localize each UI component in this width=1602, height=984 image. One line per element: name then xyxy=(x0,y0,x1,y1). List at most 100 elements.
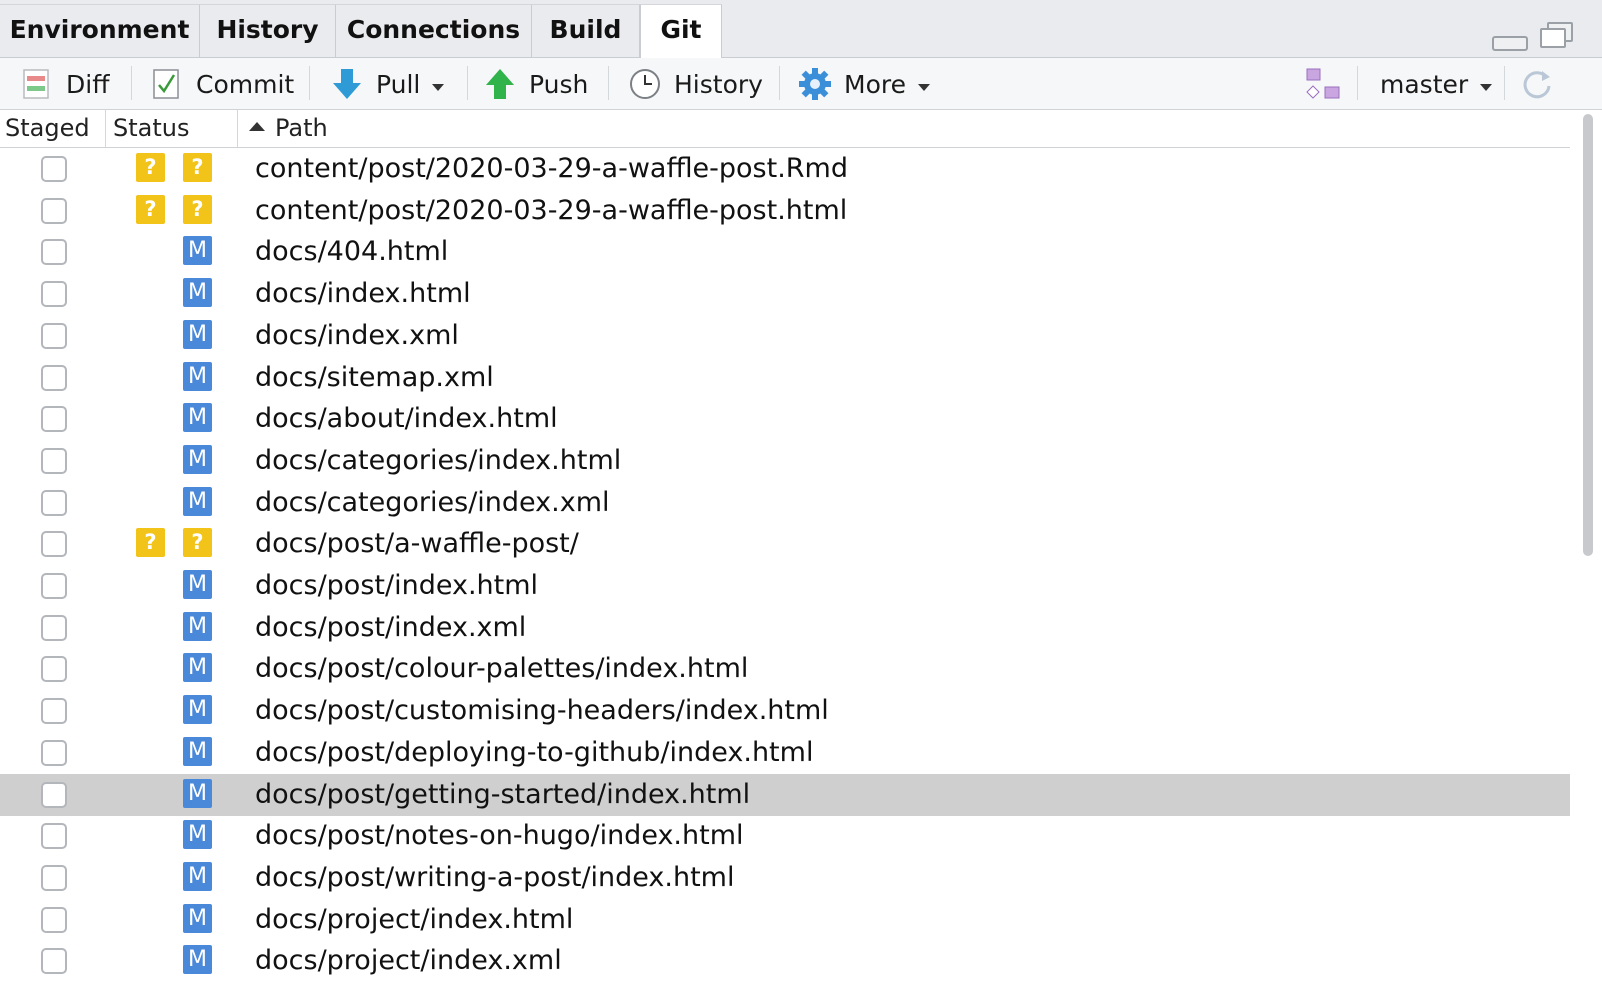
staged-checkbox[interactable] xyxy=(41,615,67,641)
table-row[interactable]: Mdocs/post/writing-a-post/index.html xyxy=(0,857,1570,899)
file-path: docs/post/writing-a-post/index.html xyxy=(255,862,735,893)
staged-checkbox[interactable] xyxy=(41,656,67,682)
vertical-scrollbar[interactable] xyxy=(1577,110,1602,984)
table-row[interactable]: ?? docs/post/a-waffle-post/ xyxy=(0,523,1570,565)
modified-status-badge: M xyxy=(183,820,212,849)
file-path: docs/post/index.xml xyxy=(255,612,527,643)
file-path: docs/index.html xyxy=(255,278,471,309)
table-row[interactable]: Mdocs/post/customising-headers/index.htm… xyxy=(0,690,1570,732)
staged-checkbox[interactable] xyxy=(41,782,67,808)
untracked-status-badge: ? xyxy=(136,195,165,224)
commit-button[interactable]: Commit xyxy=(150,58,294,110)
modified-status-badge: M xyxy=(183,779,212,808)
staged-checkbox[interactable] xyxy=(41,823,67,849)
file-path: docs/categories/index.html xyxy=(255,445,622,476)
table-row[interactable]: Mdocs/post/colour-palettes/index.html xyxy=(0,648,1570,690)
table-row[interactable]: ?? content/post/2020-03-29-a-waffle-post.… xyxy=(0,148,1570,190)
pull-button[interactable]: Pull xyxy=(330,58,445,110)
column-status[interactable]: Status xyxy=(113,110,189,147)
modified-status-badge: M xyxy=(183,862,212,891)
maximize-pane-icon[interactable] xyxy=(1540,22,1573,48)
table-row[interactable]: Mdocs/project/index.html xyxy=(0,899,1570,941)
staged-checkbox[interactable] xyxy=(41,698,67,724)
diff-button[interactable]: Diff xyxy=(20,58,109,110)
table-row[interactable]: Mdocs/post/index.xml xyxy=(0,607,1570,649)
staged-checkbox[interactable] xyxy=(41,448,67,474)
modified-status-badge: M xyxy=(183,236,212,265)
more-label: More xyxy=(844,69,906,99)
staged-checkbox[interactable] xyxy=(41,239,67,265)
commit-label: Commit xyxy=(196,69,295,99)
file-path: docs/post/notes-on-hugo/index.html xyxy=(255,820,744,851)
file-path: docs/post/a-waffle-post/ xyxy=(255,528,579,559)
staged-checkbox[interactable] xyxy=(41,281,67,307)
table-row[interactable]: Mdocs/categories/index.html xyxy=(0,440,1570,482)
staged-checkbox[interactable] xyxy=(41,365,67,391)
chevron-down-icon[interactable] xyxy=(917,83,930,91)
modified-status-badge: M xyxy=(183,487,212,516)
clock-icon xyxy=(628,67,662,101)
file-path: docs/project/index.html xyxy=(255,904,574,935)
branch-select[interactable]: master xyxy=(1380,58,1493,110)
table-row[interactable]: Mdocs/sitemap.xml xyxy=(0,357,1570,399)
minimize-pane-icon[interactable] xyxy=(1492,36,1528,51)
file-path: docs/post/customising-headers/index.html xyxy=(255,695,829,726)
table-row[interactable]: Mdocs/post/notes-on-hugo/index.html xyxy=(0,815,1570,857)
staged-checkbox[interactable] xyxy=(41,573,67,599)
pane-tab-bar: Environment History Connections Build Gi… xyxy=(0,0,1602,59)
staged-checkbox[interactable] xyxy=(41,948,67,974)
column-path-label: Path xyxy=(275,114,328,142)
pane-window-controls xyxy=(1492,20,1582,52)
staged-checkbox[interactable] xyxy=(41,323,67,349)
column-path[interactable]: Path xyxy=(249,110,328,147)
untracked-status-badge: ? xyxy=(183,528,212,557)
git-toolbar: Diff Commit Pull Push History More maste… xyxy=(0,58,1602,110)
tab-history[interactable]: History xyxy=(200,4,336,58)
modified-status-badge: M xyxy=(183,570,212,599)
new-branch-button[interactable] xyxy=(1305,58,1340,110)
table-row[interactable]: Mdocs/index.html xyxy=(0,273,1570,315)
staged-checkbox[interactable] xyxy=(41,156,67,182)
table-row[interactable]: ?? content/post/2020-03-29-a-waffle-post.… xyxy=(0,190,1570,232)
tab-environment[interactable]: Environment xyxy=(0,4,200,58)
modified-status-badge: M xyxy=(183,278,212,307)
file-path: docs/categories/index.xml xyxy=(255,487,610,518)
refresh-button[interactable] xyxy=(1520,58,1554,110)
table-row[interactable]: Mdocs/categories/index.xml xyxy=(0,482,1570,524)
untracked-status-badge: ? xyxy=(136,528,165,557)
staged-checkbox[interactable] xyxy=(41,198,67,224)
table-row[interactable]: Mdocs/index.xml xyxy=(0,315,1570,357)
history-button[interactable]: History xyxy=(628,58,763,110)
more-button[interactable]: More xyxy=(798,58,930,110)
file-path: docs/index.xml xyxy=(255,320,459,351)
staged-checkbox[interactable] xyxy=(41,865,67,891)
staged-checkbox[interactable] xyxy=(41,907,67,933)
table-row[interactable]: Mdocs/post/index.html xyxy=(0,565,1570,607)
staged-checkbox[interactable] xyxy=(41,490,67,516)
file-path: content/post/2020-03-29-a-waffle-post.Rm… xyxy=(255,153,848,184)
chevron-down-icon[interactable] xyxy=(432,83,445,91)
staged-checkbox[interactable] xyxy=(41,740,67,766)
table-row[interactable]: Mdocs/about/index.html xyxy=(0,398,1570,440)
file-path: docs/post/colour-palettes/index.html xyxy=(255,653,749,684)
push-button[interactable]: Push xyxy=(483,58,588,110)
tab-git[interactable]: Git xyxy=(640,4,722,59)
staged-checkbox[interactable] xyxy=(41,406,67,432)
changed-files-list: ?? content/post/2020-03-29-a-waffle-post.… xyxy=(0,148,1570,984)
tab-connections[interactable]: Connections xyxy=(336,4,532,58)
modified-status-badge: M xyxy=(183,904,212,933)
table-row[interactable]: Mdocs/404.html xyxy=(0,231,1570,273)
scrollbar-thumb[interactable] xyxy=(1583,114,1593,556)
modified-status-badge: M xyxy=(183,612,212,641)
column-staged[interactable]: Staged xyxy=(5,110,90,147)
table-row[interactable]: Mdocs/project/index.xml xyxy=(0,940,1570,982)
table-row[interactable]: Mdocs/post/getting-started/index.html xyxy=(0,774,1570,816)
modified-status-badge: M xyxy=(183,737,212,766)
history-label: History xyxy=(674,69,763,99)
pull-label: Pull xyxy=(376,69,421,99)
sort-ascending-icon xyxy=(249,121,265,131)
staged-checkbox[interactable] xyxy=(41,531,67,557)
table-row[interactable]: Mdocs/post/deploying-to-github/index.htm… xyxy=(0,732,1570,774)
refresh-icon xyxy=(1520,67,1554,101)
tab-build[interactable]: Build xyxy=(532,4,640,58)
